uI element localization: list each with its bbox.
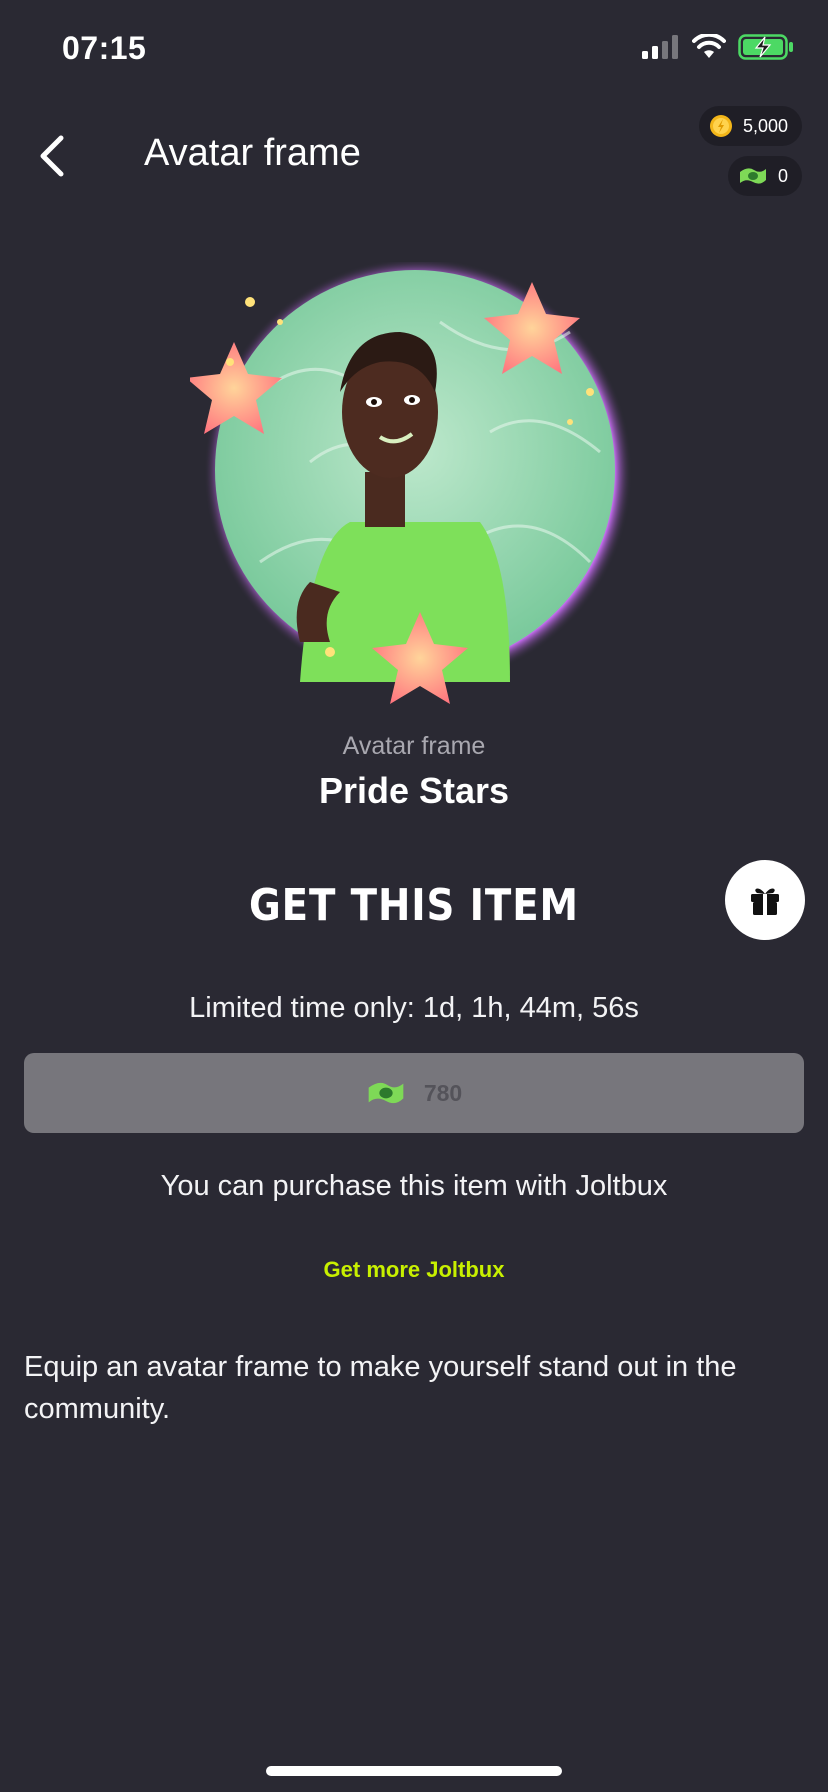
purchase-note: You can purchase this item with Joltbux (160, 1170, 668, 1202)
header: Avatar frame 5,000 0 (0, 100, 828, 210)
item-description: Equip an avatar frame to make yourself s… (24, 1351, 737, 1425)
gift-button[interactable] (725, 860, 805, 940)
back-button[interactable] (22, 126, 82, 186)
status-icons (642, 34, 794, 60)
gift-icon (751, 888, 779, 915)
signal-icon (642, 35, 678, 59)
item-type-label: Avatar frame (342, 732, 486, 760)
item-name: Pride Stars (318, 770, 510, 811)
get-more-joltbux-link[interactable]: Get more Joltbux (0, 1257, 828, 1283)
coin-icon (709, 115, 732, 137)
wifi-icon (692, 34, 726, 58)
avatar-frame-preview (186, 258, 640, 712)
coins-balance[interactable]: 5,000 (698, 106, 802, 146)
home-indicator[interactable] (266, 1766, 562, 1776)
status-bar: 07:15 (0, 0, 828, 100)
battery-icon (738, 34, 793, 60)
avatar-preview-image (186, 258, 632, 704)
joltbux-balance[interactable]: 0 (727, 156, 802, 196)
joltbux-icon (739, 168, 766, 184)
get-item-heading: GET THIS ITEM (249, 880, 579, 931)
chevron-left-icon (40, 135, 64, 177)
status-time: 07:15 (62, 30, 147, 66)
page-title: Avatar frame (144, 132, 361, 174)
limited-time-countdown: Limited time only: 1d, 1h, 44m, 56s (189, 992, 639, 1024)
buy-button[interactable]: 780 (24, 1053, 804, 1133)
joltbux-icon (368, 1082, 404, 1104)
joltbux-value: 0 (777, 165, 788, 186)
price-value: 780 (423, 1079, 463, 1106)
coins-value: 5,000 (742, 115, 788, 136)
